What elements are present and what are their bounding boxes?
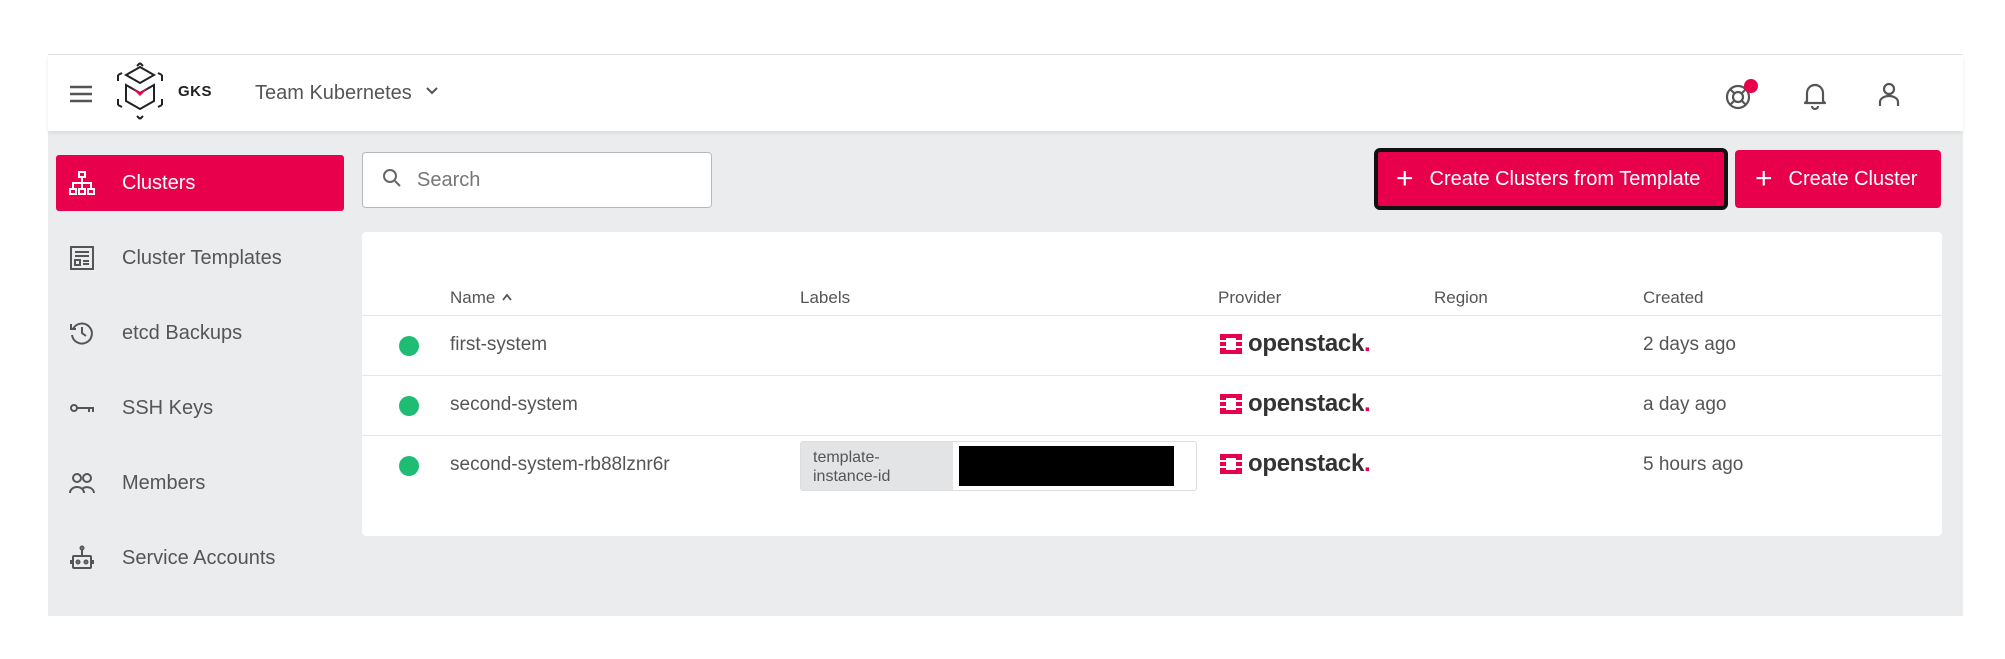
sidebar-item-clusters[interactable]: Clusters: [56, 155, 344, 211]
key-icon: [68, 394, 96, 422]
sidebar-item-members[interactable]: Members: [56, 455, 344, 511]
sidebar-item-label: Members: [122, 471, 206, 494]
sidebar-item-cluster-templates[interactable]: Cluster Templates: [56, 230, 344, 286]
plus-icon: +: [1755, 162, 1773, 195]
help-icon[interactable]: [1724, 77, 1758, 111]
column-header-provider: Provider: [1218, 288, 1282, 307]
table-row[interactable]: second-system-rb88lznr6r template-instan…: [362, 436, 1942, 496]
gks-logo: [108, 61, 172, 125]
app-frame: GKS Team Kubernetes Clusters Cluster Tem…: [48, 54, 1963, 616]
sort-ascending-icon: [500, 288, 514, 307]
logo-text: GKS: [178, 83, 213, 100]
created-time: 5 hours ago: [1643, 454, 1744, 475]
user-icon[interactable]: [1872, 77, 1906, 111]
openstack-icon: [1220, 454, 1242, 474]
sidebar-item-label: Cluster Templates: [122, 246, 282, 269]
create-clusters-from-template-button[interactable]: + Create Clusters from Template: [1374, 148, 1728, 210]
label-key: template-instance-id: [801, 442, 953, 490]
status-indicator: [399, 336, 419, 356]
sidebar-item-label: Service Accounts: [122, 546, 276, 569]
chevron-down-icon: [424, 82, 440, 105]
sidebar-item-service-accounts[interactable]: Service Accounts: [56, 530, 344, 586]
provider-logo: openstack.: [1218, 450, 1371, 478]
button-label: Create Cluster: [1788, 167, 1918, 190]
table-row[interactable]: second-system openstack. a day ago: [362, 376, 1942, 436]
sidebar-item-ssh-keys[interactable]: SSH Keys: [56, 380, 344, 436]
plus-icon: +: [1396, 162, 1414, 195]
project-selector[interactable]: Team Kubernetes: [255, 80, 440, 106]
provider-name: openstack: [1248, 330, 1365, 357]
table-row[interactable]: first-system openstack. 2 days ago: [362, 316, 1942, 376]
label-chip: template-instance-id: [800, 441, 1197, 491]
users-icon: [68, 469, 96, 497]
search-icon: [381, 167, 403, 194]
openstack-icon: [1220, 334, 1242, 354]
history-icon: [68, 319, 96, 347]
provider-name: openstack: [1248, 450, 1365, 477]
label-value-redacted: [959, 446, 1174, 486]
create-cluster-button[interactable]: + Create Cluster: [1735, 150, 1941, 208]
status-indicator: [399, 456, 419, 476]
sidebar-item-label: SSH Keys: [122, 396, 214, 419]
cluster-name: first-system: [450, 334, 548, 355]
column-header-name[interactable]: Name: [450, 288, 514, 308]
top-bar: GKS Team Kubernetes: [48, 55, 1963, 131]
created-time: 2 days ago: [1643, 334, 1736, 355]
notification-badge: [1744, 79, 1758, 93]
button-label: Create Clusters from Template: [1429, 167, 1701, 190]
robot-icon: [68, 544, 96, 572]
sidebar-item-label: etcd Backups: [122, 321, 243, 344]
search-box[interactable]: [362, 152, 712, 208]
clusters-table: Name Labels Provider Region Created firs…: [362, 232, 1942, 536]
status-indicator: [399, 396, 419, 416]
openstack-icon: [1220, 394, 1242, 414]
column-header-region: Region: [1434, 288, 1488, 307]
cluster-name: second-system-rb88lznr6r: [450, 454, 670, 475]
cluster-name: second-system: [450, 394, 578, 415]
column-header-created: Created: [1643, 288, 1704, 307]
search-input[interactable]: [417, 168, 697, 192]
sitemap-icon: [68, 169, 96, 197]
column-header-labels: Labels: [800, 288, 851, 307]
menu-icon[interactable]: [66, 79, 96, 109]
project-name: Team Kubernetes: [255, 81, 412, 104]
sidebar-item-label: Clusters: [122, 171, 196, 194]
bell-icon[interactable]: [1798, 77, 1832, 111]
template-icon: [68, 244, 96, 272]
provider-logo: openstack.: [1218, 390, 1371, 418]
sidebar-item-etcd-backups[interactable]: etcd Backups: [56, 305, 344, 361]
created-time: a day ago: [1643, 394, 1727, 415]
provider-name: openstack: [1248, 390, 1365, 417]
provider-logo: openstack.: [1218, 330, 1371, 358]
table-header: Name Labels Provider Region Created: [362, 274, 1942, 316]
